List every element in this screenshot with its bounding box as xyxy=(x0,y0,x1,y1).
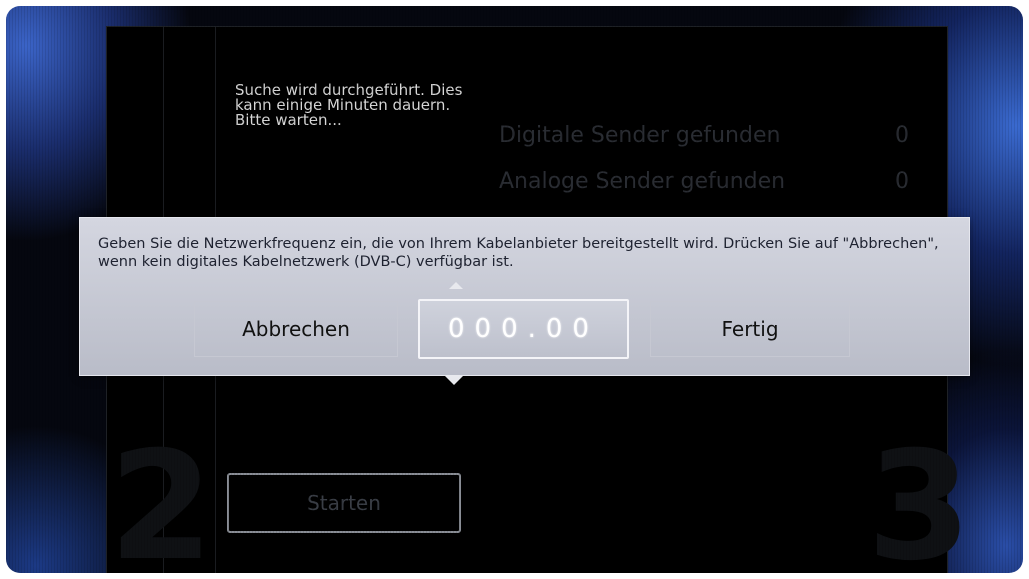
done-button[interactable]: Fertig xyxy=(650,301,850,357)
decrement-arrow-icon[interactable] xyxy=(444,375,464,385)
step-number-2: 2 xyxy=(109,420,214,573)
step-number-3: 3 xyxy=(867,420,972,573)
dialog-message: Geben Sie die Netzwerkfrequenz ein, die … xyxy=(98,236,939,270)
increment-arrow-icon[interactable] xyxy=(449,282,463,289)
digital-channels-count: 0 xyxy=(895,123,909,148)
frequency-dialog: Geben Sie die Netzwerkfrequenz ein, die … xyxy=(80,218,969,375)
frequency-input[interactable]: 000.00 xyxy=(418,299,629,359)
analog-channels-label: Analoge Sender gefunden xyxy=(499,169,786,194)
analog-channels-row: Analoge Sender gefunden 0 xyxy=(499,169,909,194)
search-status-message: Suche wird durchgeführt. Dies kann einig… xyxy=(235,81,463,129)
digital-channels-label: Digitale Sender gefunden xyxy=(499,123,781,148)
analog-channels-count: 0 xyxy=(895,169,909,194)
digital-channels-row: Digitale Sender gefunden 0 xyxy=(499,123,909,148)
cancel-button[interactable]: Abbrechen xyxy=(194,301,398,357)
start-button[interactable]: Starten xyxy=(227,473,461,533)
